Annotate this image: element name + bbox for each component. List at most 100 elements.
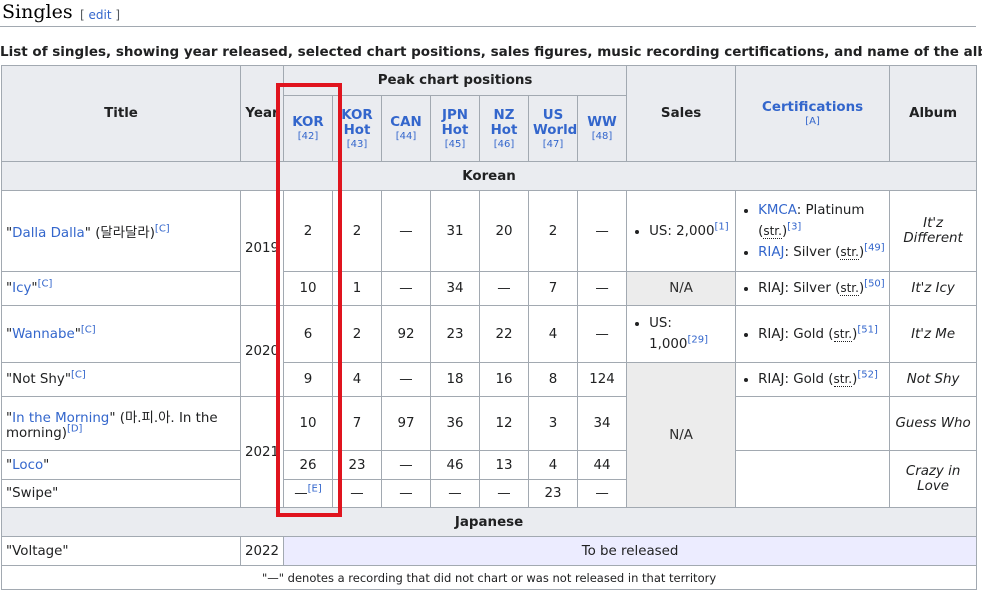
group-korean: Korean xyxy=(0,161,978,191)
chart-ref-jpn-hot[interactable]: [45] xyxy=(435,139,475,150)
cert-ref[interactable]: [52] xyxy=(857,370,878,381)
year-cell: 2020 xyxy=(240,305,284,397)
cert-ref[interactable]: [49] xyxy=(864,242,885,253)
chart-ref-kor[interactable]: [42] xyxy=(288,131,328,142)
peak-kor-hot: 2 xyxy=(332,305,382,363)
year-cell: 2019 xyxy=(240,190,284,306)
chart-link-ww[interactable]: WW xyxy=(587,115,617,130)
title-ref[interactable]: [C] xyxy=(38,279,53,290)
peak-ww: 34 xyxy=(576,396,628,451)
peak-can: — xyxy=(381,450,431,480)
table-row: "Voltage" 2022 To be released xyxy=(1,536,978,566)
cert-kmca-link[interactable]: KMCA xyxy=(758,203,797,218)
chart-link-kor-hot[interactable]: KOR Hot xyxy=(341,108,372,138)
title-link[interactable]: Loco xyxy=(12,458,43,473)
peak-nz-hot: 16 xyxy=(479,362,529,397)
peak-ww: — xyxy=(576,479,628,508)
title-ref[interactable]: [C] xyxy=(71,370,86,381)
certifications-cell: RIAJ: Gold (str.)[51] xyxy=(735,305,891,363)
peak-can: 92 xyxy=(381,305,431,363)
title-link[interactable]: Icy xyxy=(12,281,31,296)
peak-kor-hot: 2 xyxy=(332,190,382,272)
chart-ref-kor-hot[interactable]: [43] xyxy=(337,139,377,150)
title-cell: "Voltage" xyxy=(1,536,241,566)
cert-abbr: str. xyxy=(833,326,853,342)
chart-ref-nz-hot[interactable]: [46] xyxy=(484,139,524,150)
sales-item: US: 2,000[1] xyxy=(649,221,731,242)
peak-can: — xyxy=(381,271,431,306)
certifications-cell: KMCA: Platinum (str.)[3] RIAJ: Silver (s… xyxy=(735,190,891,272)
peak-ww: — xyxy=(576,271,628,306)
chart-link-kor[interactable]: KOR xyxy=(292,115,323,130)
album-cell: It'z Icy xyxy=(889,271,978,306)
cert-ref[interactable]: [50] xyxy=(864,279,885,290)
peak-kor-value: — xyxy=(294,486,308,501)
chart-header-can: CAN [44] xyxy=(381,95,431,162)
section-heading: Singles [ edit ] xyxy=(0,0,976,27)
peak-can: — xyxy=(381,190,431,272)
title-link[interactable]: Dalla Dalla xyxy=(12,226,85,241)
cert-item: RIAJ: Silver (str.)[49] xyxy=(758,242,885,263)
chart-header-ww: WW [48] xyxy=(576,95,628,162)
peak-kor-hot: 4 xyxy=(332,362,382,397)
peak-kor-hot: 7 xyxy=(332,396,382,451)
peak-jpn-hot: 18 xyxy=(430,362,480,397)
title-ref[interactable]: [C] xyxy=(81,324,96,335)
certifications-link[interactable]: Certifications xyxy=(762,100,863,115)
chart-ref-us-world[interactable]: [47] xyxy=(533,139,573,150)
edit-section-link[interactable]: [ edit ] xyxy=(80,8,120,22)
album-cell: Guess Who xyxy=(889,396,978,451)
peak-jpn-hot: 34 xyxy=(430,271,480,306)
certifications-cell-empty xyxy=(735,396,891,451)
chart-header-nz-hot: NZ Hot [46] xyxy=(479,95,529,162)
edit-link-text[interactable]: edit xyxy=(89,8,112,22)
section-title: Singles xyxy=(2,1,73,23)
album-cell: It'z Different xyxy=(889,190,978,272)
sales-ref[interactable]: [29] xyxy=(687,335,708,346)
chart-link-jpn-hot[interactable]: JPN Hot xyxy=(442,108,469,138)
album-cell: Not Shy xyxy=(889,362,978,397)
table-row: "Icy"[C] 10 1 — 34 — 7 — N/A RIAJ: Silve… xyxy=(1,271,978,306)
title-cell: "Swipe" xyxy=(1,479,241,508)
sales-cell: US: 1,000[29] xyxy=(626,305,737,363)
title-ref[interactable]: [D] xyxy=(67,424,83,435)
sales-text: US: 1,000 xyxy=(649,316,688,352)
chart-header-jpn-hot: JPN Hot [45] xyxy=(430,95,480,162)
title-cell: "Wannabe"[C] xyxy=(1,305,241,363)
peak-kor-ref[interactable]: [E] xyxy=(308,484,322,495)
chart-ref-can[interactable]: [44] xyxy=(386,131,426,142)
album-cell: Crazy in Love xyxy=(889,450,978,508)
cert-riaj-link[interactable]: RIAJ xyxy=(758,245,784,260)
cert-item: RIAJ: Gold (str.)[52] xyxy=(758,369,885,390)
title-link[interactable]: Wannabe xyxy=(12,327,75,342)
title-link[interactable]: In the Morning xyxy=(12,411,109,426)
certifications-cell-empty xyxy=(735,450,891,508)
peak-kor: 2 xyxy=(283,190,333,272)
chart-link-nz-hot[interactable]: NZ Hot xyxy=(491,108,518,138)
peak-us-world: 3 xyxy=(528,396,578,451)
table-row: "Wannabe"[C] 2020 6 2 92 23 22 4 — US: 1… xyxy=(1,305,978,397)
year-cell: 2022 xyxy=(240,536,284,566)
chart-ref-ww[interactable]: [48] xyxy=(582,131,622,142)
title-cell: "Icy"[C] xyxy=(1,271,241,306)
peak-ww: — xyxy=(576,190,628,272)
certifications-ref[interactable]: [A] xyxy=(740,116,885,127)
peak-kor: 6 xyxy=(283,305,333,363)
cert-abbr: str. xyxy=(833,372,853,387)
peak-nz-hot: — xyxy=(479,271,529,306)
cert-item: KMCA: Platinum (str.)[3] xyxy=(758,200,885,242)
sales-ref[interactable]: [1] xyxy=(715,221,729,232)
certifications-cell: RIAJ: Silver (str.)[50] xyxy=(735,271,891,306)
cert-ref[interactable]: [51] xyxy=(857,324,878,335)
peak-kor: 9 xyxy=(283,362,333,397)
title-ref[interactable]: [C] xyxy=(155,224,170,235)
cert-abbr: str. xyxy=(840,281,859,296)
title-cell: "Dalla Dalla" (달라달라)[C] xyxy=(1,190,241,272)
chart-header-kor: KOR [42] xyxy=(283,95,333,162)
chart-link-us-world[interactable]: US World xyxy=(533,108,577,138)
chart-header-us-world: US World [47] xyxy=(528,95,578,162)
cert-text: : Silver ( xyxy=(784,244,841,260)
cert-ref[interactable]: [3] xyxy=(787,221,801,232)
year-cell: 2021 xyxy=(240,396,284,508)
chart-link-can[interactable]: CAN xyxy=(390,115,421,130)
